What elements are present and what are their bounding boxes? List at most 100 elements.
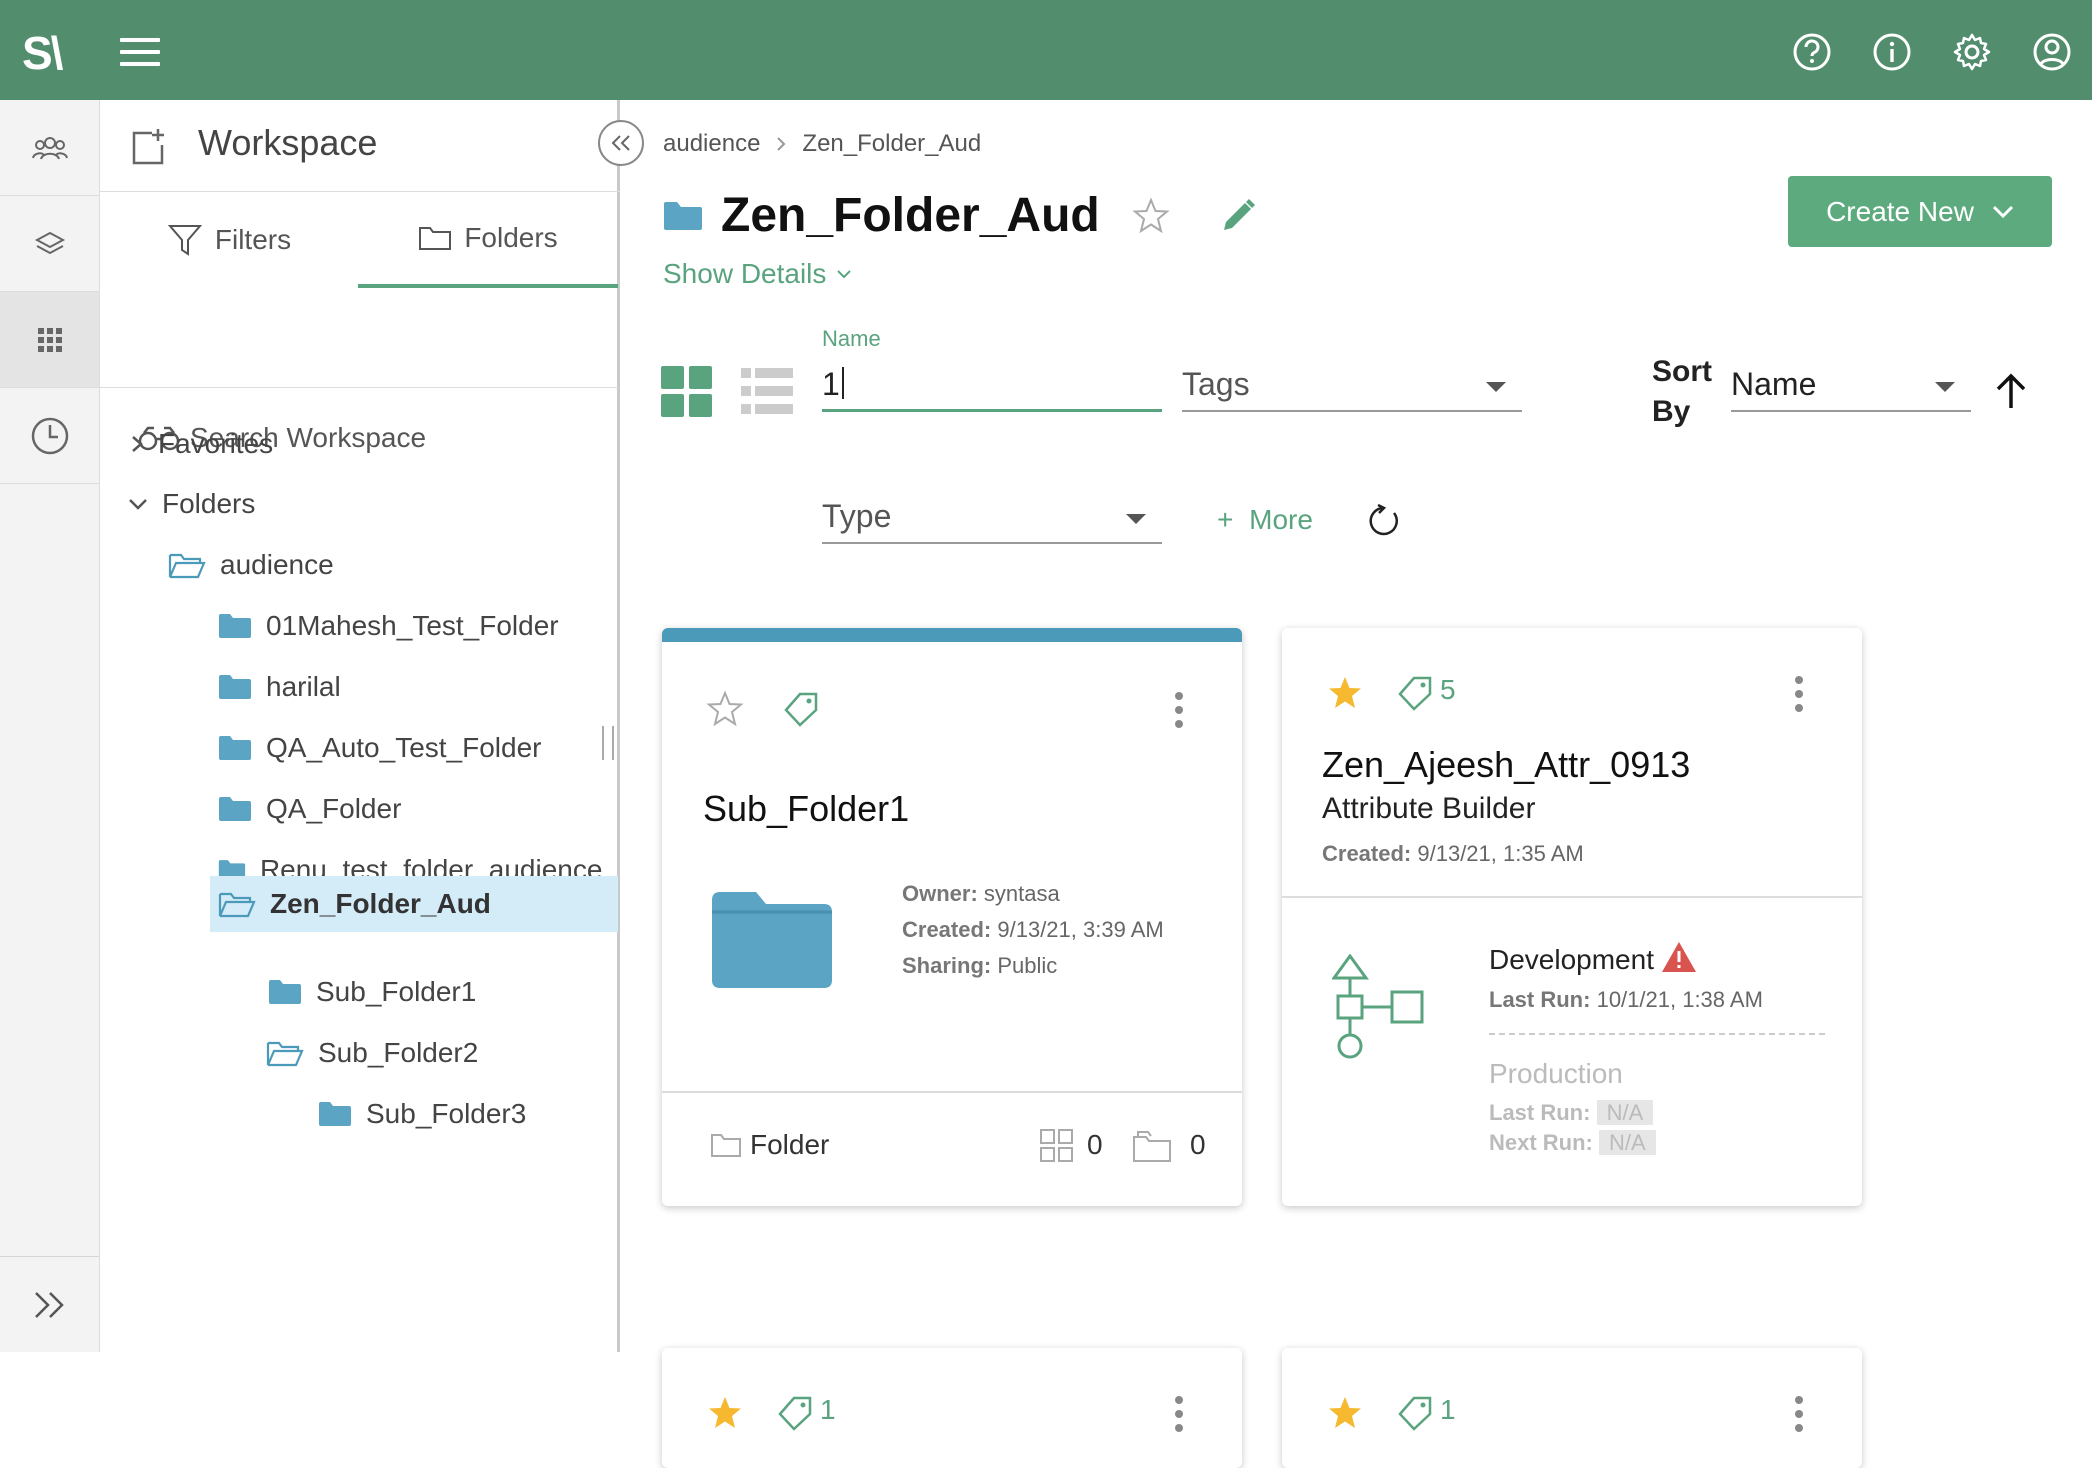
tree-favorites[interactable]: Favorites (130, 416, 273, 472)
star-outline-icon[interactable] (1132, 196, 1170, 235)
tree-sub-folder3-label: Sub_Folder3 (366, 1098, 527, 1129)
more-label: More (1249, 504, 1313, 535)
top-bar: S\ (0, 0, 2092, 100)
tree-folder-item[interactable]: harilal (218, 659, 341, 715)
star-filled-icon[interactable] (1326, 1394, 1364, 1432)
prod-next-run-label: Next Run: (1489, 1130, 1593, 1155)
created-label: Created: (902, 917, 992, 942)
tag-count: 1 (1440, 1394, 1456, 1425)
created-row: Created: 9/13/21, 3:39 AM (902, 912, 1164, 948)
new-workspace-icon[interactable] (130, 127, 168, 167)
account-icon[interactable] (2032, 32, 2072, 72)
dropdown-arrow-icon (1935, 382, 1955, 392)
type-placeholder: Type (822, 498, 892, 534)
sharing-label: Sharing: (902, 953, 992, 978)
chevron-down-icon (837, 270, 852, 279)
apps-grid-icon[interactable] (0, 292, 99, 388)
star-outline-icon[interactable] (706, 690, 744, 728)
card-subtitle: Attribute Builder (1322, 792, 1536, 825)
tree-folder-item[interactable]: 01Mahesh_Test_Folder (218, 598, 559, 654)
chevron-down-icon (129, 499, 147, 510)
edit-icon[interactable] (1218, 196, 1258, 236)
app-card[interactable]: 1 (1282, 1348, 1862, 1468)
card-meta: Owner: syntasa Created: 9/13/21, 3:39 AM… (902, 876, 1164, 984)
card-title: Zen_Ajeesh_Attr_0913 (1322, 744, 1691, 785)
card-menu-icon[interactable] (1175, 1396, 1185, 1438)
tab-folders[interactable]: Folders (358, 192, 618, 288)
folder-icon (219, 675, 251, 699)
chevron-right-icon (132, 436, 143, 452)
development-label: Development (1489, 944, 1654, 975)
layers-icon[interactable] (0, 196, 99, 292)
tree-audience[interactable]: audience (168, 537, 334, 593)
tree-folder-item[interactable]: QA_Auto_Test_Folder (218, 720, 542, 776)
menu-icon[interactable] (120, 38, 160, 66)
tags-select[interactable]: Tags (1182, 356, 1522, 412)
tag-icon[interactable] (776, 1394, 814, 1432)
tree-selected-folder[interactable]: Zen_Folder_Aud (210, 876, 618, 932)
create-new-button[interactable]: Create New (1788, 176, 2052, 247)
breadcrumb-current: Zen_Folder_Aud (802, 130, 982, 157)
tree-folder-item[interactable]: QA_Folder (218, 781, 401, 837)
tag-icon[interactable] (1396, 1394, 1434, 1432)
tree-folders[interactable]: Folders (128, 476, 255, 532)
folder-icon (219, 736, 251, 760)
folder-icon (664, 201, 702, 230)
owner-row: Owner: syntasa (902, 876, 1164, 912)
card-menu-icon[interactable] (1795, 676, 1805, 718)
tree-sub-folder1-label: Sub_Folder1 (316, 976, 477, 1007)
help-icon[interactable] (1792, 32, 1832, 72)
star-filled-icon[interactable] (1326, 674, 1364, 712)
prod-next-run-row: Next Run: N/A (1489, 1128, 1656, 1158)
users-icon[interactable] (0, 100, 99, 196)
more-filters-button[interactable]: + More (1217, 504, 1313, 536)
tree-sub-folder2[interactable]: Sub_Folder2 (266, 1025, 478, 1081)
settings-icon[interactable] (1952, 32, 1992, 72)
dev-last-run-value: 10/1/21, 1:38 AM (1596, 987, 1763, 1012)
warning-icon[interactable] (1660, 940, 1698, 974)
refresh-icon[interactable] (1367, 504, 1401, 538)
card-menu-icon[interactable] (1175, 692, 1185, 734)
sort-select[interactable]: Name (1731, 356, 1971, 412)
expand-icon[interactable] (0, 1256, 99, 1352)
app-card[interactable]: 1 (662, 1348, 1242, 1468)
info-icon[interactable] (1872, 32, 1912, 72)
show-details-toggle[interactable]: Show Details (663, 258, 852, 290)
card-type-label: Folder (750, 1129, 830, 1160)
tag-icon[interactable] (1396, 674, 1434, 712)
sort-ascending-icon[interactable] (1993, 372, 2029, 410)
tab-filters[interactable]: Filters (100, 192, 358, 288)
breadcrumb-audience[interactable]: audience (663, 130, 760, 158)
prod-last-run-value: N/A (1596, 1100, 1654, 1125)
app-card[interactable]: 5 Zen_Ajeesh_Attr_0913 Attribute Builder… (1282, 628, 1862, 1206)
card-accent-bar (662, 628, 1242, 642)
star-filled-icon[interactable] (706, 1394, 744, 1432)
tree-sub-folder3[interactable]: Sub_Folder3 (318, 1086, 526, 1142)
folder-icon (319, 1102, 351, 1126)
breadcrumb: audience Zen_Folder_Aud (663, 130, 981, 158)
collapse-panel-button[interactable] (598, 120, 644, 166)
folder-icon (219, 614, 251, 638)
type-select[interactable]: Type (822, 488, 1162, 544)
card-menu-icon[interactable] (1795, 1396, 1805, 1438)
workspace-title: Workspace (198, 122, 378, 163)
created-label: Created: (1322, 841, 1412, 866)
prod-last-run-label: Last Run: (1489, 1100, 1591, 1125)
create-new-label: Create New (1826, 195, 1974, 227)
page-title: Zen_Folder_Aud (721, 189, 1100, 242)
dev-last-run-row: Last Run: 10/1/21, 1:38 AM (1489, 982, 1763, 1018)
tag-icon[interactable] (782, 690, 820, 728)
app-logo[interactable]: S\ (22, 26, 63, 80)
name-filter-input[interactable]: 1 (822, 356, 1162, 412)
dev-prod-divider (1489, 1033, 1825, 1035)
list-view-icon[interactable] (741, 366, 793, 418)
grid-view-icon[interactable] (661, 366, 713, 418)
prod-run-info: Last Run: N/A Next Run: N/A (1489, 1098, 1656, 1158)
chevron-down-icon (1992, 205, 2013, 218)
panel-resize-handle[interactable] (602, 726, 614, 760)
tab-filters-label: Filters (214, 224, 292, 255)
tree-sub-folder1[interactable]: Sub_Folder1 (268, 964, 476, 1020)
history-icon[interactable] (0, 388, 99, 484)
filter-icon (167, 225, 203, 256)
folder-card[interactable]: Sub_Folder1 Owner: syntasa Created: 9/13… (662, 628, 1242, 1206)
